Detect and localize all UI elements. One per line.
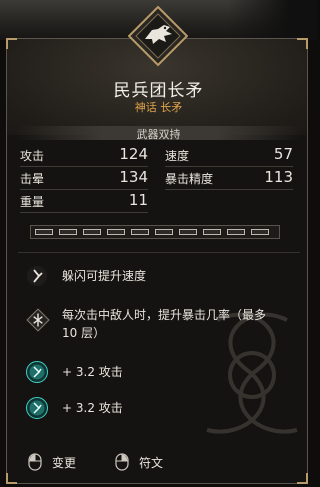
- stat-value: 113: [264, 168, 293, 186]
- stat-crit: 暴击精度 113: [165, 168, 293, 190]
- frame-corner: [6, 38, 17, 49]
- perk-text: 躲闪可提升速度: [62, 269, 147, 283]
- stat-underline: [20, 189, 148, 190]
- item-name: 民兵团长矛: [113, 81, 204, 101]
- frame-corner: [297, 38, 308, 49]
- rune-button[interactable]: 符文: [115, 452, 185, 472]
- change-button[interactable]: 变更: [28, 452, 98, 472]
- upgrade-slots-bar: [30, 225, 280, 239]
- section-divider: [18, 252, 300, 253]
- mouse-left-icon: [28, 453, 42, 471]
- stat-weight: 重量 11: [20, 191, 148, 213]
- upgrade-slot: [131, 229, 149, 235]
- perk-text-line-1: 每次击中敌人时，提升暴击几率（最多: [62, 308, 267, 322]
- stat-underline: [165, 189, 293, 190]
- character-silhouette: [227, 0, 317, 40]
- stat-value: 11: [128, 191, 148, 209]
- upgrade-slot: [83, 229, 101, 235]
- stat-speed: 速度 57: [165, 145, 293, 167]
- teal-rune-icon: [26, 397, 48, 419]
- upgrade-slot: [107, 229, 125, 235]
- raven-emblem-icon: [128, 6, 188, 66]
- item-rarity-type: 神话 长矛: [134, 101, 183, 114]
- upgrade-slot: [251, 229, 269, 235]
- mouse-right-icon: [115, 453, 129, 471]
- stat-label: 重量: [20, 195, 45, 209]
- stat-label: 击晕: [20, 172, 45, 186]
- upgrade-slot: [155, 229, 173, 235]
- upgrade-slot: [203, 229, 221, 235]
- perk-text-line-2: 10 层）: [62, 326, 106, 340]
- stat-underline: [20, 212, 148, 213]
- upgrade-slot: [227, 229, 245, 235]
- item-category: 武器双持: [136, 128, 181, 141]
- stat-value: 124: [119, 145, 148, 163]
- stat-underline: [20, 166, 148, 167]
- upgrade-slot: [59, 229, 77, 235]
- upgrade-slot: [179, 229, 197, 235]
- stat-label: 攻击: [20, 149, 45, 163]
- stat-underline: [165, 166, 293, 167]
- stat-label: 暴击精度: [165, 172, 214, 186]
- stat-value: 134: [119, 168, 148, 186]
- perk-text: + 3.2 攻击: [62, 401, 123, 415]
- teal-rune-icon: [26, 361, 48, 383]
- knotwork-decoration: [206, 312, 298, 434]
- stat-attack: 攻击 124: [20, 145, 148, 167]
- stat-stun: 击晕 134: [20, 168, 148, 190]
- dodge-rune-icon: [27, 266, 47, 286]
- frame-corner: [297, 473, 308, 484]
- crit-rune-icon: [26, 308, 50, 332]
- upgrade-slot: [35, 229, 53, 235]
- perk-text: + 3.2 攻击: [62, 365, 123, 379]
- rune-label: 符文: [139, 456, 164, 470]
- stat-label: 速度: [165, 149, 190, 163]
- change-label: 变更: [52, 456, 77, 470]
- stat-value: 57: [273, 145, 293, 163]
- frame-corner: [6, 473, 17, 484]
